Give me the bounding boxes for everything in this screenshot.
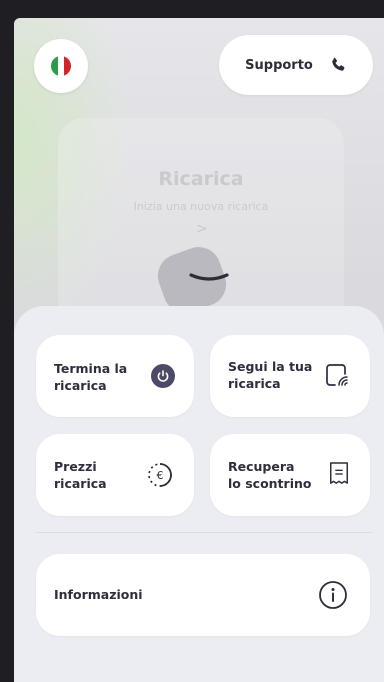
tile-label-line2: lo scontrino [228,476,312,491]
tile-label-line2: ricarica [54,476,107,491]
card-subtitle: Inizia una nuova ricarica [133,200,269,213]
svg-text:€: € [157,469,164,482]
card-title: Ricarica [158,168,244,190]
power-icon [151,364,175,388]
app-screen: Supporto Ricarica Inizia una nuova ricar… [14,18,384,682]
tile-label-line2: ricarica [228,376,281,391]
support-button[interactable]: Supporto [219,35,373,95]
tile-label-line1: Recupera [228,459,295,474]
track-charge-button[interactable]: Segui la tua ricarica [210,335,370,417]
info-icon [319,581,347,609]
information-button[interactable]: Informazioni [36,554,370,636]
end-charge-button[interactable]: Termina la ricarica [36,335,194,417]
information-label: Informazioni [54,587,143,602]
chevron-right-icon: > [196,221,208,237]
italy-flag-icon [51,56,71,76]
recover-receipt-button[interactable]: Recupera lo scontrino [210,434,370,516]
support-label: Supporto [245,57,313,73]
divider [36,532,372,533]
charge-prices-button[interactable]: Prezzi ricarica € [36,434,194,516]
phone-icon [332,57,345,71]
tile-label-line1: Prezzi [54,459,97,474]
tile-label-line2: ricarica [54,378,107,393]
tile-label-line1: Termina la [54,361,128,376]
bottom-sheet: Termina la ricarica Segui la tua ricaric… [14,306,384,682]
track-charging-icon [326,364,348,386]
receipt-icon [330,462,348,484]
euro-icon: € [148,463,172,487]
tile-label-line1: Segui la tua [228,359,313,374]
sheet-handle-icon[interactable] [188,272,230,282]
language-button[interactable] [34,39,88,93]
